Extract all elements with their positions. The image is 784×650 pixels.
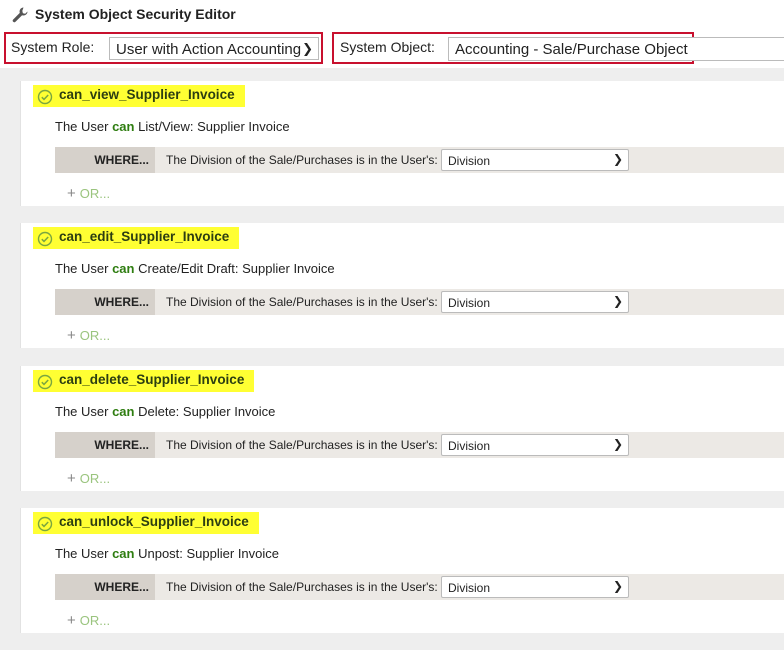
can-keyword: can (112, 261, 135, 276)
division-select[interactable]: Division ❯ (441, 291, 629, 313)
check-circle-icon (37, 516, 53, 532)
permission-name[interactable]: can_delete_Supplier_Invoice (33, 370, 255, 392)
where-label: WHERE... (55, 432, 155, 458)
permission-name[interactable]: can_edit_Supplier_Invoice (33, 227, 240, 249)
permission-card: can_view_Supplier_Invoice The User can L… (20, 81, 784, 206)
plus-icon: + (67, 327, 76, 344)
chevron-down-icon: ❯ (612, 579, 623, 593)
system-object-label: System Object: (340, 39, 435, 55)
division-select[interactable]: Division ❯ (441, 434, 629, 456)
where-label: WHERE... (55, 574, 155, 600)
permissions-list: can_view_Supplier_Invoice The User can L… (0, 68, 784, 650)
wrench-icon (12, 7, 28, 23)
chevron-down-icon: ❯ (612, 294, 623, 308)
check-circle-icon (37, 374, 53, 390)
chevron-down-icon: ❯ (612, 437, 623, 451)
where-condition-text: The Division of the Sale/Purchases is in… (166, 580, 438, 594)
add-or-button[interactable]: + OR... (67, 470, 110, 487)
add-or-button[interactable]: + OR... (67, 612, 110, 629)
check-circle-icon (37, 89, 53, 105)
page-title: System Object Security Editor (35, 6, 236, 22)
where-condition-text: The Division of the Sale/Purchases is in… (166, 153, 438, 167)
system-role-label: System Role: (11, 39, 95, 55)
can-keyword: can (112, 119, 135, 134)
division-select[interactable]: Division ❯ (441, 576, 629, 598)
where-condition-text: The Division of the Sale/Purchases is in… (166, 295, 438, 309)
check-circle-icon (37, 231, 53, 247)
where-clause: WHERE... The Division of the Sale/Purcha… (55, 574, 784, 600)
permission-card: can_delete_Supplier_Invoice The User can… (20, 366, 784, 491)
system-object-value: Accounting - Sale/Purchase Object (455, 41, 688, 58)
permission-name[interactable]: can_view_Supplier_Invoice (33, 85, 245, 107)
permission-sentence: The User can Create/Edit Draft: Supplier… (55, 261, 335, 276)
chevron-down-icon: ❯ (612, 152, 623, 166)
where-clause: WHERE... The Division of the Sale/Purcha… (55, 432, 784, 458)
system-object-input[interactable]: Accounting - Sale/Purchase Object (448, 37, 784, 61)
where-condition-text: The Division of the Sale/Purchases is in… (166, 438, 438, 452)
where-clause: WHERE... The Division of the Sale/Purcha… (55, 289, 784, 315)
can-keyword: can (112, 404, 135, 419)
add-or-button[interactable]: + OR... (67, 327, 110, 344)
permission-card: can_unlock_Supplier_Invoice The User can… (20, 508, 784, 633)
can-keyword: can (112, 546, 135, 561)
where-label: WHERE... (55, 147, 155, 173)
plus-icon: + (67, 185, 76, 202)
system-role-value: User with Action Accounting (116, 41, 302, 58)
division-select[interactable]: Division ❯ (441, 149, 629, 171)
permission-card: can_edit_Supplier_Invoice The User can C… (20, 223, 784, 348)
permission-sentence: The User can Delete: Supplier Invoice (55, 404, 276, 419)
where-label: WHERE... (55, 289, 155, 315)
permission-sentence: The User can Unpost: Supplier Invoice (55, 546, 280, 561)
system-role-select[interactable]: User with Action Accounting ❯ (109, 37, 319, 60)
plus-icon: + (67, 612, 76, 629)
permission-sentence: The User can List/View: Supplier Invoice (55, 119, 290, 134)
plus-icon: + (67, 470, 76, 487)
permission-name[interactable]: can_unlock_Supplier_Invoice (33, 512, 259, 534)
system-role-field: System Role: User with Action Accounting… (4, 32, 323, 64)
where-clause: WHERE... The Division of the Sale/Purcha… (55, 147, 784, 173)
add-or-button[interactable]: + OR... (67, 185, 110, 202)
editor-header: System Object Security Editor (0, 0, 784, 30)
chevron-down-icon: ❯ (302, 41, 313, 56)
